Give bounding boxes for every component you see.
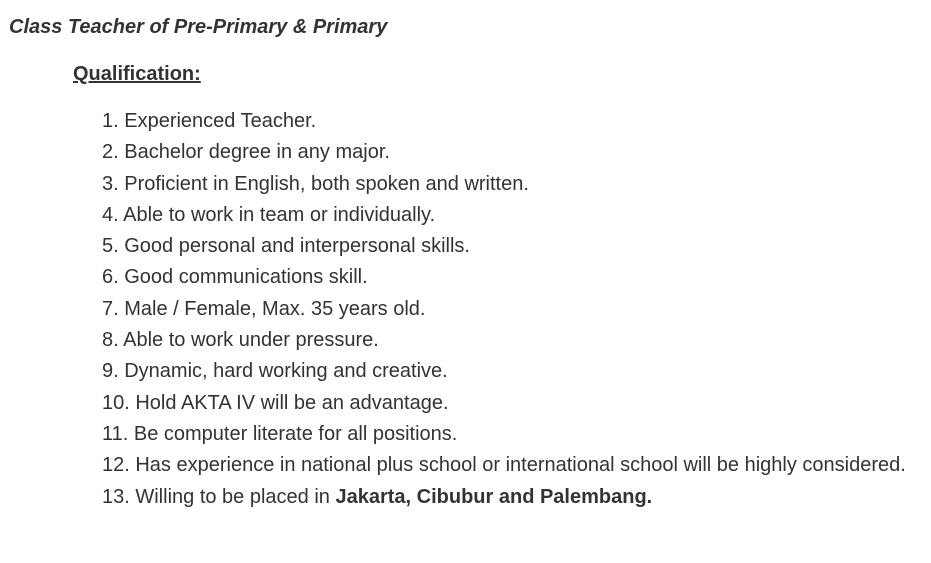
qualification-item-7: 7. Male / Female, Max. 35 years old. — [102, 297, 426, 320]
qualification-item-12: 12. Has experience in national plus scho… — [102, 454, 906, 477]
qualification-item-13: 13. Willing to be placed in Jakarta, Cib… — [102, 482, 917, 513]
qualification-item-2: 2. Bachelor degree in any major. — [102, 141, 390, 164]
qualification-item-8: 8. Able to work under pressure. — [102, 329, 379, 352]
qualification-heading: Qualification: — [73, 63, 201, 85]
qualification-item-1: 1. Experienced Teacher. — [102, 110, 317, 132]
qualification-item-3: 3. Proficient in English, both spoken an… — [102, 172, 529, 195]
qualification-item-10: 10. Hold AKTA IV will be an advantage. — [102, 391, 449, 414]
placement-locations: Jakarta, Cibubur and Palembang. — [335, 485, 653, 508]
qualification-item-13-text: 13. Willing to be placed in — [102, 485, 336, 508]
qualification-item-5: 5. Good personal and interpersonal skill… — [102, 235, 470, 258]
qualification-item-9: 9. Dynamic, hard working and creative. — [102, 360, 448, 383]
job-title: Class Teacher of Pre-Primary & Primary — [9, 16, 388, 38]
qualification-item-4: 4. Able to work in team or individually. — [102, 203, 436, 226]
qualification-item-6: 6. Good communications skill. — [102, 266, 368, 289]
qualification-list: 1. Experienced Teacher. 2. Bachelor degr… — [102, 106, 917, 513]
qualification-item-11: 11. Be computer literate for all positio… — [102, 422, 458, 445]
